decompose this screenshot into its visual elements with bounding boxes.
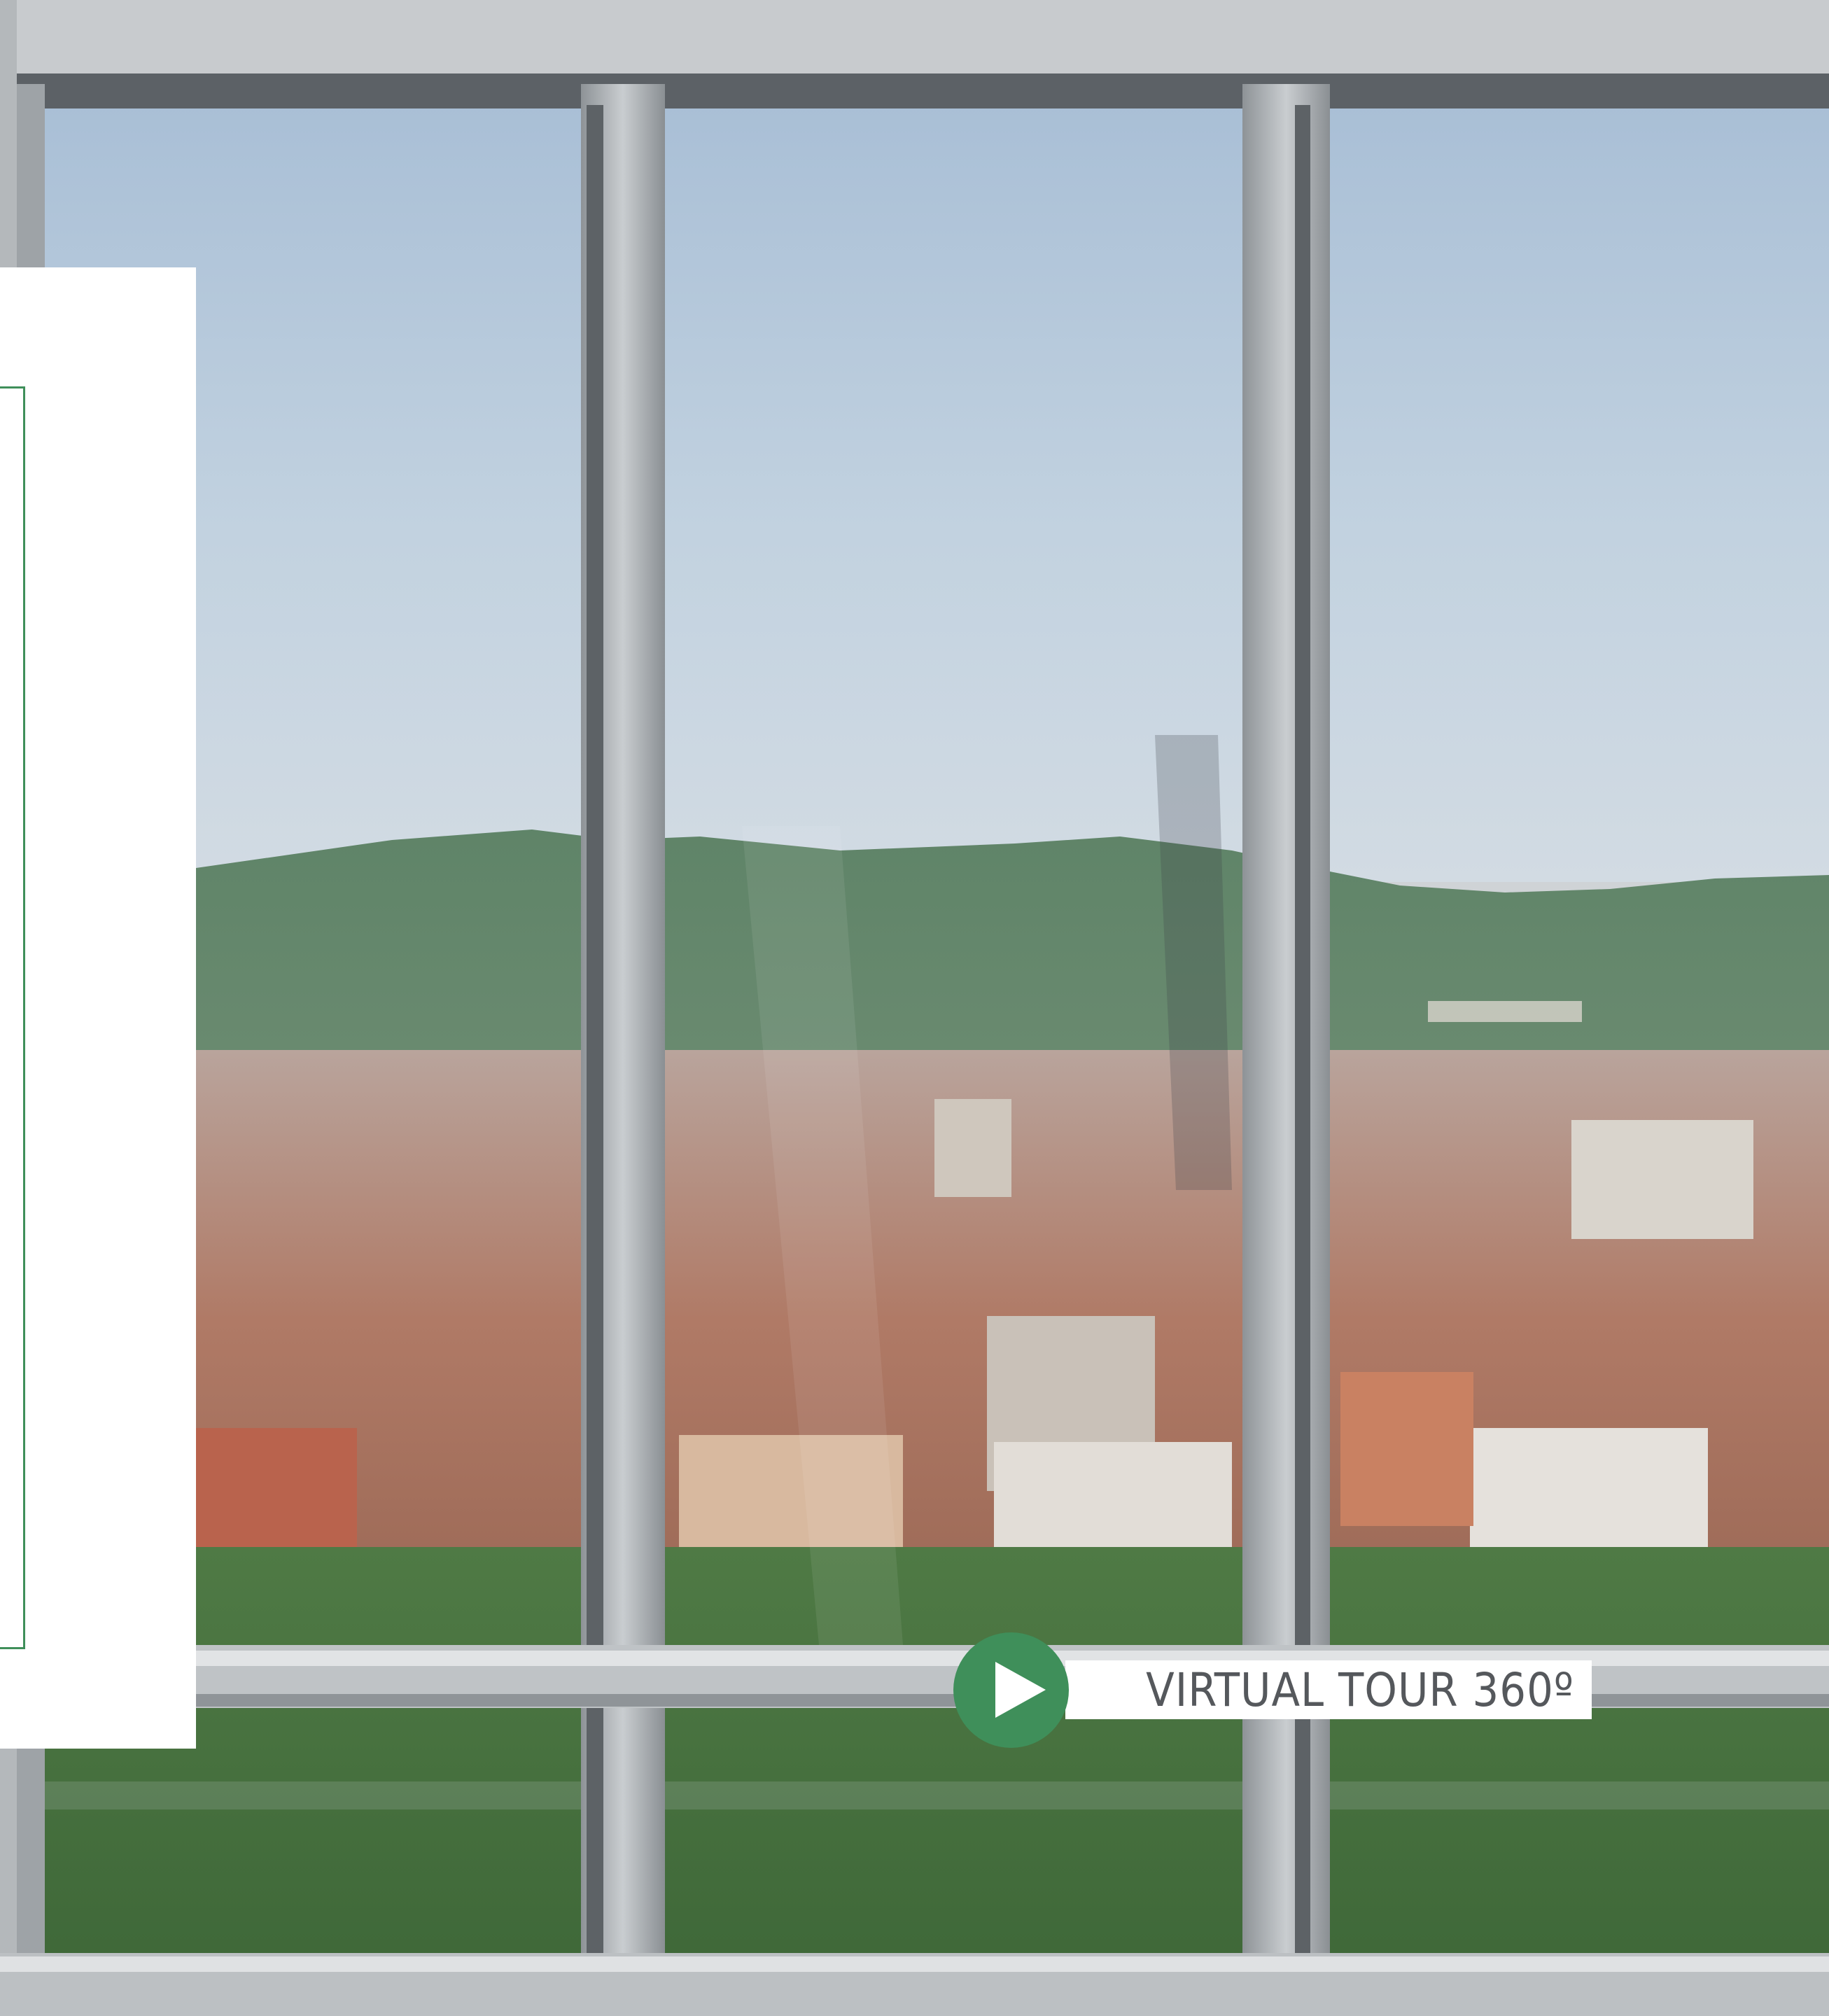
panel-accent-frame [0, 386, 25, 1649]
virtual-tour-label: VIRTUAL TOUR 360º [1146, 1662, 1574, 1717]
play-icon[interactable] [953, 1632, 1069, 1748]
play-triangle-icon [995, 1662, 1046, 1718]
info-panel [0, 267, 196, 1749]
virtual-tour-label-box[interactable]: VIRTUAL TOUR 360º [1065, 1660, 1592, 1719]
